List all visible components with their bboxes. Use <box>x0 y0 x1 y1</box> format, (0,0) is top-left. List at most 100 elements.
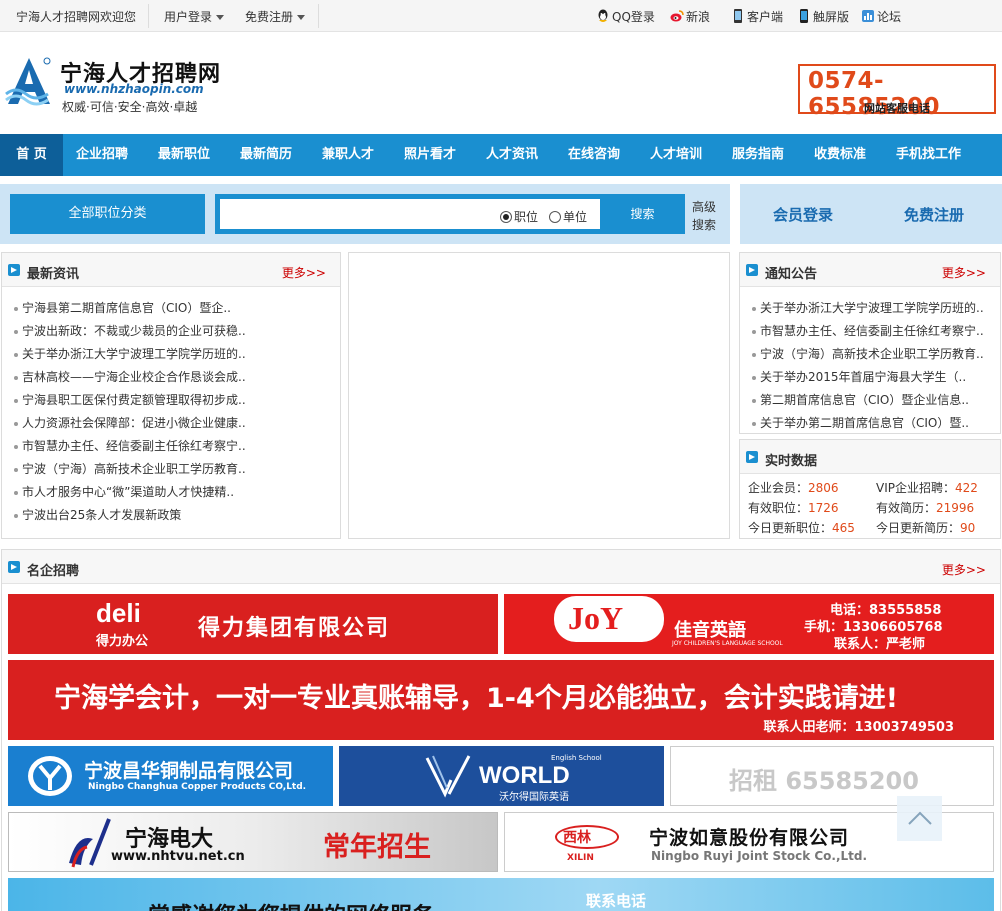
ruyi-en: Ningbo Ruyi Joint Stock Co.,Ltd. <box>651 849 868 863</box>
world-school: English School <box>551 754 602 762</box>
search-input[interactable] <box>220 199 600 229</box>
list-item[interactable]: 人力资源社会保障部：促进小微企业健康.. <box>2 412 340 435</box>
weibo-icon <box>670 10 684 22</box>
top-bar: 宁海人才招聘网欢迎您 用户登录 免费注册 QQ登录 新浪 客户端 触屏版 论坛 <box>0 0 1002 32</box>
banner-changhua[interactable]: 宁波昌华铜制品有限公司 Ningbo Changhua Copper Produ… <box>8 746 333 806</box>
nav-photo-talent[interactable]: 照片看才 <box>404 134 456 176</box>
member-band: 会员登录 免费注册 <box>740 184 1002 244</box>
panel-header: 实时数据 <box>740 440 1000 474</box>
banner-joy[interactable]: JoY 佳音英語 JOY CHILDREN'S LANGUAGE SCHOOL … <box>504 594 994 654</box>
nav-service-guide[interactable]: 服务指南 <box>732 134 784 176</box>
divider <box>318 4 319 28</box>
panel-header: 通知公告 更多>> <box>740 253 1000 287</box>
radio-job[interactable]: 职位 <box>500 208 538 225</box>
back-to-top-button[interactable] <box>897 796 942 841</box>
chevron-down-icon <box>297 15 306 20</box>
list-item[interactable]: 关于举办第二期首席信息官（CIO）暨.. <box>740 412 1000 435</box>
deli-sub: 得力办公 <box>96 634 149 649</box>
banner-deli[interactable]: deli 得力办公 得力集团有限公司 <box>8 594 498 654</box>
nav-part-time[interactable]: 兼职人才 <box>322 134 374 176</box>
nav-home[interactable]: 首 页 <box>0 134 63 176</box>
list-item[interactable]: 市智慧办主任、经信委副主任徐红考察宁.. <box>2 435 340 458</box>
ruyi-name: 宁波如意股份有限公司 <box>649 827 850 849</box>
list-item[interactable]: 市人才服务中心“微”渠道助人才快捷精.. <box>2 481 340 504</box>
list-item[interactable]: 吉林高校——宁海企业校企合作恳谈会成.. <box>2 366 340 389</box>
radio-empty-icon <box>549 211 561 223</box>
member-login-link[interactable]: 会员登录 <box>773 204 833 225</box>
list-item[interactable]: 关于举办浙江大学宁波理工学院学历班的.. <box>740 297 1000 320</box>
list-item[interactable]: 关于举办浙江大学宁波理工学院学历班的.. <box>2 343 340 366</box>
list-item[interactable]: 关于举办2015年首届宁海县大学生（.. <box>740 366 1000 389</box>
banner-bottom[interactable]: 常感谢您为您提供的网络服务 联系电话 <box>8 878 994 911</box>
list-item[interactable]: 市智慧办主任、经信委副主任徐红考察宁.. <box>740 320 1000 343</box>
panel-header: 名企招聘 更多>> <box>2 550 1000 584</box>
rent-text: 招租 65585200 <box>729 767 919 795</box>
stat-valid-resumes: 有效简历：21996 <box>876 501 975 515</box>
chevron-up-icon <box>908 811 932 825</box>
stat-today-resumes: 今日更新简历：90 <box>876 521 976 535</box>
changhua-logo-icon <box>28 756 72 796</box>
touch-version-link[interactable]: 触屏版 <box>797 8 849 25</box>
qq-icon <box>598 9 608 22</box>
banner-for-rent[interactable]: 招租 65585200 <box>670 746 994 806</box>
banner-nhtvu[interactable]: 宁海电大 www.nhtvu.net.cn 常年招生 <box>8 812 498 872</box>
member-register-link[interactable]: 免费注册 <box>904 204 964 225</box>
search-box: 职位 单位 搜索 <box>215 194 685 234</box>
arrow-box-icon <box>8 264 20 276</box>
panel-title: 名企招聘 <box>27 564 80 579</box>
changhua-name: 宁波昌华铜制品有限公司 <box>84 760 294 782</box>
more-link[interactable]: 更多>> <box>942 561 986 578</box>
panel-title: 实时数据 <box>765 454 818 469</box>
nav-training[interactable]: 人才培训 <box>650 134 702 176</box>
joy-logo-icon: JoY <box>554 596 664 642</box>
joy-contact: 联系人：严老师 <box>834 637 926 652</box>
stat-company-members: 企业会员：2806 <box>748 481 839 495</box>
client-link[interactable]: 客户端 <box>731 8 783 25</box>
joy-name: 佳音英語 <box>674 620 746 641</box>
list-item[interactable]: 第二期首席信息官（CIO）暨企业信息.. <box>740 389 1000 412</box>
notice-list: 关于举办浙江大学宁波理工学院学历班的.. 市智慧办主任、经信委副主任徐红考察宁..… <box>740 287 1000 435</box>
bottom-banner-contact: 联系电话 <box>586 892 647 910</box>
radio-company[interactable]: 单位 <box>549 208 587 225</box>
hotline-caption: 网站客服电话 <box>864 102 930 115</box>
ruyi-logo-text: 西林 <box>563 830 591 846</box>
deli-company-name: 得力集团有限公司 <box>198 616 391 641</box>
nav-pricing[interactable]: 收费标准 <box>814 134 866 176</box>
free-register-dropdown[interactable]: 免费注册 <box>245 8 306 25</box>
world-logo-icon <box>425 755 471 798</box>
world-en: WORLD <box>479 762 570 789</box>
site-url: www.nhzhaopin.com <box>64 82 204 96</box>
arrow-box-icon <box>746 264 758 276</box>
banner-world[interactable]: WORLD English School 沃尔得国际英语 <box>339 746 664 806</box>
list-item[interactable]: 宁波出台25条人才发展新政策 <box>2 504 340 527</box>
radio-selected-icon <box>500 211 512 223</box>
nav-online-consult[interactable]: 在线咨询 <box>568 134 620 176</box>
changhua-en: Ningbo Changhua Copper Products CO,Ltd. <box>88 782 307 792</box>
banner-accounting[interactable]: 宁海学会计，一对一专业真账辅导，1-4个月必能独立，会计实践请进! 联系人田老师… <box>8 660 994 740</box>
nav-talent-news[interactable]: 人才资讯 <box>486 134 538 176</box>
nav-mobile-jobs[interactable]: 手机找工作 <box>896 134 961 176</box>
search-band: 全部职位分类 职位 单位 搜索 高级搜索 <box>0 184 730 244</box>
nav-latest-resumes[interactable]: 最新简历 <box>240 134 292 176</box>
weibo-link[interactable]: 新浪 <box>670 8 710 25</box>
user-login-dropdown[interactable]: 用户登录 <box>164 8 225 25</box>
forum-link[interactable]: 论坛 <box>861 8 901 25</box>
more-link[interactable]: 更多>> <box>942 264 986 281</box>
world-cn: 沃尔得国际英语 <box>499 792 569 803</box>
nav-company-jobs[interactable]: 企业招聘 <box>76 134 128 176</box>
welcome-text: 宁海人才招聘网欢迎您 <box>16 10 137 24</box>
realtime-panel: 实时数据 企业会员：2806 VIP企业招聘：422 有效职位：1726 有效简… <box>739 439 1001 539</box>
nav-latest-jobs[interactable]: 最新职位 <box>158 134 210 176</box>
news-panel: 最新资讯 更多>> 宁海县第二期首席信息官（CIO）暨企.. 宁波出新政：不裁或少… <box>1 252 341 539</box>
list-item[interactable]: 宁海县职工医保付费定额管理取得初步成.. <box>2 389 340 412</box>
list-item[interactable]: 宁波（宁海）高新技术企业职工学历教育.. <box>2 458 340 481</box>
arrow-box-icon <box>8 561 20 573</box>
list-item[interactable]: 宁波出新政：不裁或少裁员的企业可获稳.. <box>2 320 340 343</box>
search-button[interactable]: 搜索 <box>600 194 685 234</box>
qq-login-link[interactable]: QQ登录 <box>596 8 655 25</box>
advanced-search-link[interactable]: 高级搜索 <box>692 198 726 234</box>
all-categories-button[interactable]: 全部职位分类 <box>10 194 205 234</box>
list-item[interactable]: 宁海县第二期首席信息官（CIO）暨企.. <box>2 297 340 320</box>
more-link[interactable]: 更多>> <box>282 264 326 281</box>
list-item[interactable]: 宁波（宁海）高新技术企业职工学历教育.. <box>740 343 1000 366</box>
